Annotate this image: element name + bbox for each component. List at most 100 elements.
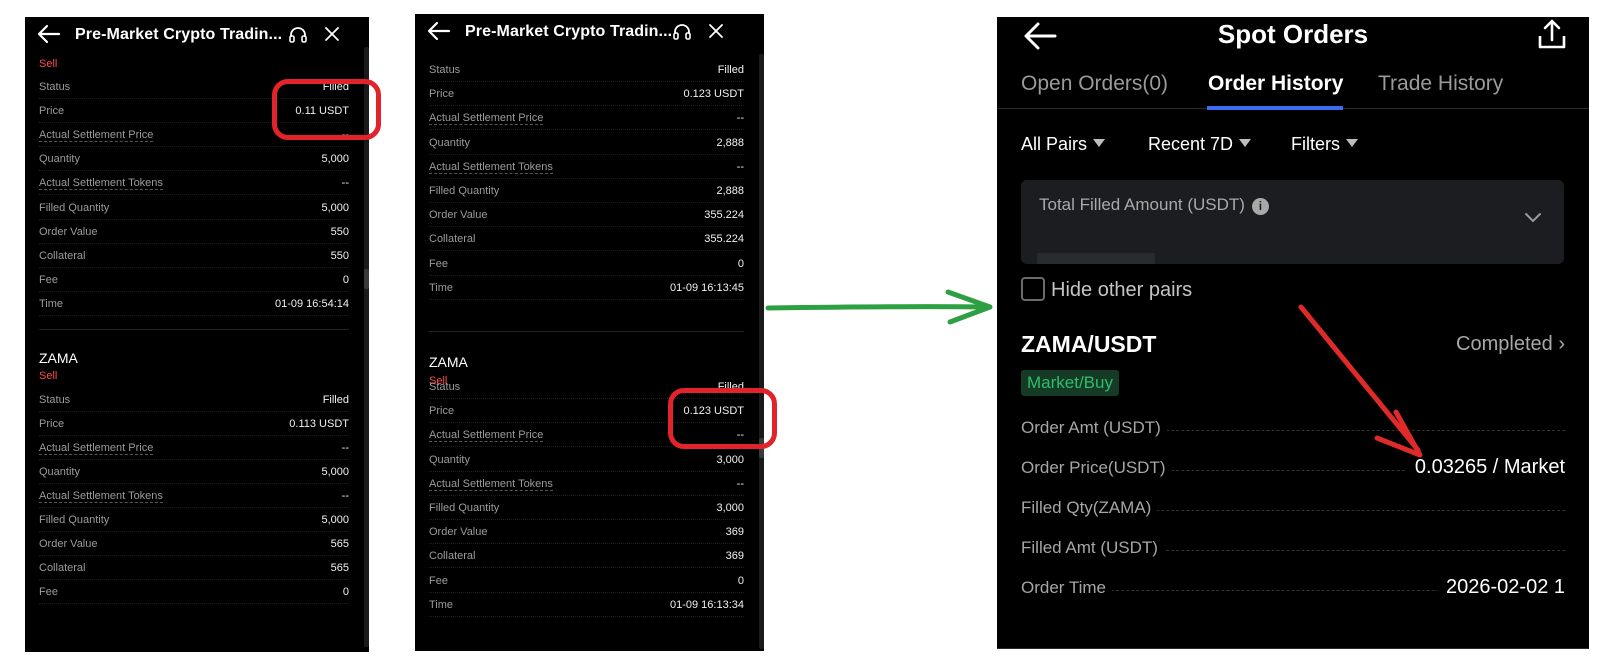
- order-type-badge: Market/Buy: [1021, 370, 1119, 396]
- filter-recent-7d[interactable]: Recent 7D: [1148, 134, 1252, 155]
- detail-value: 355.224: [704, 209, 744, 222]
- detail-row: Status Filled: [39, 390, 349, 412]
- detail-value: 550: [330, 249, 349, 262]
- detail-key: Status: [39, 394, 71, 406]
- order-detail-key: Order Amt (USDT): [1021, 418, 1167, 438]
- detail-row: Filled Quantity 3,000: [429, 498, 744, 520]
- detail-row: Collateral 355.224: [429, 229, 744, 252]
- detail-row: Actual Settlement Tokens --: [39, 173, 349, 196]
- info-icon[interactable]: i: [1251, 198, 1269, 215]
- highlight-circle: [668, 388, 777, 449]
- divider: [39, 329, 349, 330]
- detail-value: 0: [342, 273, 349, 286]
- detail-row: Time 01-09 16:13:34: [429, 595, 744, 617]
- order-detail-key: Order Time: [1021, 578, 1113, 598]
- order-detail-row: Order Time 2026-02-02 1: [1021, 576, 1565, 602]
- back-arrow-icon[interactable]: [427, 21, 451, 41]
- tab-bar: Open Orders(0) Order History Trade Histo…: [997, 69, 1589, 110]
- order-status: Completed: [1456, 333, 1553, 355]
- detail-key: Time: [39, 297, 64, 310]
- page-title: Spot Orders: [1217, 19, 1369, 49]
- detail-key: Collateral: [39, 249, 86, 262]
- order-detail-key: Filled Amt (USDT): [1021, 538, 1164, 558]
- back-arrow-icon[interactable]: [37, 24, 61, 44]
- detail-key: Order Value: [39, 225, 98, 238]
- close-icon[interactable]: [323, 25, 341, 43]
- detail-value: 2,888: [716, 136, 744, 149]
- detail-value: 369: [725, 550, 744, 563]
- header: Pre-Market Crypto Tradin...: [25, 17, 369, 51]
- detail-key: Time: [429, 598, 454, 611]
- detail-key: Status: [429, 64, 461, 76]
- divider: [429, 331, 744, 332]
- detail-row: Quantity 2,888: [429, 133, 744, 155]
- page-title: Pre-Market Crypto Tradin...: [465, 23, 673, 40]
- active-tab-indicator: [1207, 106, 1343, 110]
- total-filled-card[interactable]: Total Filled Amount (USDT) i: [1021, 180, 1564, 264]
- order-symbol: ZAMA: [39, 350, 78, 366]
- order-side: Sell: [39, 58, 58, 70]
- detail-row: Time 01-09 16:54:14: [39, 294, 349, 316]
- detail-value: --: [736, 160, 744, 173]
- divider: [997, 648, 1589, 649]
- detail-row: Price 0.123 USDT: [429, 84, 744, 107]
- detail-value: 5,000: [321, 514, 349, 526]
- detail-row: Order Value 355.224: [429, 205, 744, 228]
- detail-key: Price: [429, 88, 455, 101]
- tab-open-orders[interactable]: Open Orders(0): [1021, 72, 1168, 96]
- scrollbar-thumb[interactable]: [364, 269, 369, 289]
- chevron-down-icon[interactable]: [1524, 212, 1542, 224]
- header: Pre-Market Crypto Tradin...: [415, 14, 764, 48]
- detail-value: 01-09 16:13:45: [669, 281, 744, 294]
- detail-key: Collateral: [39, 562, 86, 574]
- detail-row: Order Value 565: [39, 534, 349, 556]
- hide-other-pairs-checkbox[interactable]: Hide other pairs: [1021, 277, 1192, 302]
- detail-row: Fee 0: [429, 254, 744, 276]
- tab-trade-history[interactable]: Trade History: [1378, 72, 1503, 96]
- filter-label: Filters: [1291, 134, 1340, 154]
- detail-value: 0.123 USDT: [683, 88, 744, 101]
- order-status-link[interactable]: Completed ›: [1456, 333, 1565, 356]
- scrollbar-track[interactable]: [759, 54, 764, 649]
- chevron-right-icon: ›: [1558, 333, 1565, 355]
- detail-row: Actual Settlement Price --: [39, 438, 349, 460]
- detail-key: Quantity: [429, 453, 470, 466]
- headset-icon[interactable]: [672, 22, 692, 42]
- detail-key: Filled Quantity: [39, 201, 110, 214]
- filter-label: Recent 7D: [1148, 134, 1234, 154]
- detail-key: Quantity: [39, 466, 80, 478]
- detail-key: Actual Settlement Price: [39, 129, 154, 143]
- detail-value: 2,888: [716, 185, 744, 197]
- headset-icon[interactable]: [288, 25, 308, 45]
- green-arrow-icon: [765, 304, 988, 311]
- detail-row: Fee 0: [429, 571, 744, 593]
- tab-order-history[interactable]: Order History: [1208, 72, 1343, 96]
- pair-name: ZAMA/USDT: [1021, 331, 1157, 357]
- detail-key: Actual Settlement Price: [39, 442, 154, 455]
- detail-value: 5,000: [321, 153, 349, 166]
- order-detail-value: 0.03265 / Market: [1406, 456, 1565, 479]
- detail-key: Order Value: [429, 526, 488, 539]
- detail-row: Collateral 550: [39, 246, 349, 268]
- detail-key: Fee: [429, 257, 448, 270]
- total-filled-label: Total Filled Amount (USDT) i: [1039, 195, 1269, 215]
- detail-row: Fee 0: [39, 270, 349, 292]
- detail-value: --: [341, 490, 349, 502]
- detail-row: Filled Quantity 5,000: [39, 198, 349, 220]
- close-icon[interactable]: [707, 22, 725, 40]
- detail-key: Price: [39, 105, 65, 118]
- detail-row: Collateral 565: [39, 558, 349, 580]
- caret-down-icon: [1346, 139, 1358, 147]
- checkbox-box[interactable]: [1021, 277, 1045, 301]
- detail-row: Filled Quantity 2,888: [429, 181, 744, 203]
- detail-value: 550: [330, 225, 349, 238]
- detail-key: Time: [429, 281, 454, 294]
- detail-key: Actual Settlement Tokens: [39, 177, 163, 191]
- detail-value: 0: [737, 257, 744, 270]
- share-export-icon[interactable]: [1537, 18, 1567, 50]
- order-detail-key: Filled Qty(ZAMA): [1021, 498, 1158, 518]
- order-detail-row: Filled Amt (USDT): [1021, 536, 1565, 562]
- filter-filters[interactable]: Filters: [1291, 134, 1358, 155]
- filter-all-pairs[interactable]: All Pairs: [1021, 134, 1106, 155]
- page-title: Pre-Market Crypto Tradin...: [75, 26, 283, 43]
